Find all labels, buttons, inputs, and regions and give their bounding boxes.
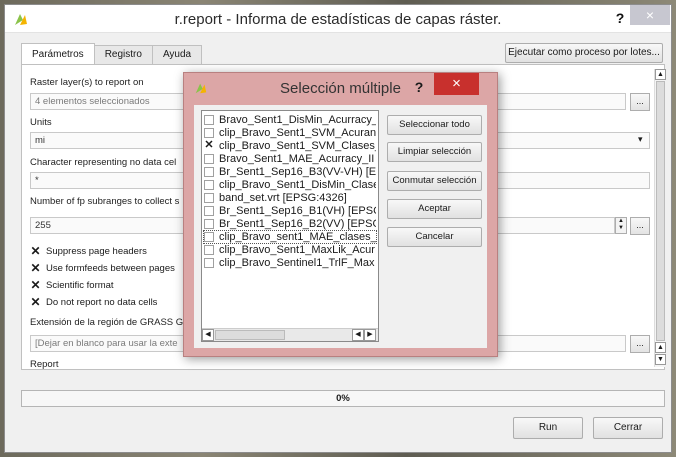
dialog-close-button[interactable]: × — [434, 73, 479, 95]
checkbox-icon[interactable] — [204, 128, 214, 138]
formfeeds-checkbox[interactable]: ✕ Use formfeeds between pages — [30, 261, 175, 275]
toggle-selection-button[interactable]: Conmutar selección — [387, 171, 482, 191]
list-item[interactable]: clip_Bravo_Sent1_SVM_Acuran — [204, 127, 376, 139]
scroll-thumb[interactable] — [215, 330, 285, 340]
scroll-thumb[interactable] — [656, 81, 665, 341]
vertical-scrollbar[interactable]: ▲ ▲ ▼ — [654, 69, 666, 367]
checkbox-icon[interactable] — [204, 180, 214, 190]
checkbox-icon[interactable] — [204, 219, 214, 229]
checkbox-checked-icon: ✕ — [30, 278, 41, 292]
checkbox-icon[interactable] — [204, 167, 214, 177]
list-item-label: clip_Bravo_Sentinel1_TrlF_Max — [219, 257, 375, 269]
list-item[interactable]: clip_Bravo_Sent1_MaxLik_Acur — [204, 244, 376, 256]
list-item[interactable]: ✕ clip_Bravo_Sent1_SVM_Clases_ — [204, 140, 376, 152]
window-title: r.report - Informa de estadísticas de ca… — [174, 11, 502, 28]
checkbox-icon[interactable] — [204, 245, 214, 255]
dialog-title-bar: Selección múltiple ? × — [184, 73, 497, 103]
fp-browse-button[interactable]: ... — [630, 217, 650, 235]
checkbox-label: Scientific format — [46, 280, 114, 291]
list-item[interactable]: Br_Sent1_Sep16_B3(VV-VH) [E — [204, 166, 376, 178]
dialog-help-button[interactable]: ? — [410, 76, 428, 98]
no-report-nodata-checkbox[interactable]: ✕ Do not report no data cells — [30, 295, 158, 309]
checkbox-label: Do not report no data cells — [46, 297, 158, 308]
batch-process-button[interactable]: Ejecutar como proceso por lotes... — [505, 43, 663, 63]
chevron-down-icon: ▾ — [638, 134, 643, 144]
scroll-down-icon[interactable]: ▼ — [655, 354, 666, 365]
list-item-label: band_set.vrt [EPSG:4326] — [219, 192, 347, 204]
list-item-label: Br_Sent1_Sep16_B3(VV-VH) [E — [219, 166, 376, 178]
list-item-label: clip_Bravo_Sent1_MaxLik_Acur — [219, 244, 375, 256]
horizontal-scrollbar[interactable]: ◀ ◀ ▶ — [202, 328, 378, 341]
list-item[interactable]: clip_Bravo_Sentinel1_TrlF_Max — [204, 257, 376, 269]
suppress-headers-checkbox[interactable]: ✕ Suppress page headers — [30, 244, 147, 258]
list-item[interactable]: clip_Bravo_Sent1_DisMin_Clase — [204, 179, 376, 191]
list-item-label: clip_Bravo_Sent1_SVM_Acuran — [219, 127, 376, 139]
checkbox-checked-icon: ✕ — [30, 244, 41, 258]
checkbox-icon[interactable] — [204, 154, 214, 164]
run-button[interactable]: Run — [513, 417, 583, 439]
list-item[interactable]: band_set.vrt [EPSG:4326] — [204, 192, 376, 204]
checkbox-icon[interactable] — [204, 115, 214, 125]
raster-layers-label: Raster layer(s) to report on — [30, 77, 144, 88]
fp-subranges-label: Number of fp subranges to collect s — [30, 196, 180, 207]
cancel-button[interactable]: Cancelar — [387, 227, 482, 247]
list-item[interactable]: Br_Sent1_Sep16_B1(VH) [EPSC — [204, 205, 376, 217]
checkbox-checked-icon[interactable]: ✕ — [204, 140, 214, 151]
list-item-label: Br_Sent1_Sep16_B1(VH) [EPSC — [219, 205, 376, 217]
tab-registro[interactable]: Registro — [93, 45, 153, 65]
list-item-label: clip_Bravo_Sent1_SVM_Clases_ — [219, 140, 376, 152]
checkbox-label: Suppress page headers — [46, 246, 147, 257]
report-label: Report — [30, 359, 59, 369]
layer-list[interactable]: Bravo_Sent1_DisMin_Acurracy_ clip_Bravo_… — [201, 110, 379, 342]
spin-up-icon[interactable]: ▲ — [616, 218, 626, 225]
multiple-selection-dialog: Selección múltiple ? × Bravo_Sent1_DisMi… — [183, 72, 498, 357]
fp-spinner[interactable]: ▲ ▼ — [615, 217, 627, 234]
list-item-label: Bravo_Sent1_DisMin_Acurracy_ — [219, 114, 376, 126]
select-all-button[interactable]: Seleccionar todo — [387, 115, 482, 135]
scroll-right-icon[interactable]: ▶ — [364, 329, 376, 341]
checkbox-checked-icon: ✕ — [30, 295, 41, 309]
help-button[interactable]: ? — [610, 7, 630, 29]
raster-browse-button[interactable]: ... — [630, 93, 650, 111]
units-label: Units — [30, 117, 52, 128]
nodata-label: Character representing no data cel — [30, 157, 177, 168]
list-item-label: clip_Bravo_sent1_MAE_clases_I — [219, 231, 376, 243]
clear-selection-button[interactable]: Limpiar selección — [387, 142, 482, 162]
checkbox-icon[interactable] — [204, 193, 214, 203]
tab-ayuda[interactable]: Ayuda — [151, 45, 203, 65]
accept-button[interactable]: Aceptar — [387, 199, 482, 219]
tab-parametros[interactable]: Parámetros — [21, 43, 95, 65]
list-item-label: Bravo_Sent1_MAE_Acurracy_II — [219, 153, 375, 165]
close-window-button[interactable]: × — [630, 5, 670, 25]
scroll-up-icon[interactable]: ▲ — [655, 342, 666, 353]
checkbox-label: Use formfeeds between pages — [46, 263, 175, 274]
progress-bar: 0% — [21, 390, 665, 407]
close-button[interactable]: Cerrar — [593, 417, 663, 439]
list-item[interactable]: Br_Sent1_Sep16_B2(VV) [EPSG — [204, 218, 376, 230]
region-extent-label: Extensión de la región de GRASS G — [30, 317, 184, 328]
checkbox-icon[interactable] — [204, 232, 214, 242]
dialog-body: Bravo_Sent1_DisMin_Acurracy_ clip_Bravo_… — [194, 105, 487, 348]
list-item[interactable]: clip_Bravo_sent1_MAE_clases_I — [203, 230, 377, 244]
tab-bar: Parámetros Registro Ayuda — [21, 43, 203, 65]
list-item-label: Br_Sent1_Sep16_B2(VV) [EPSG — [219, 218, 376, 230]
scroll-up-icon[interactable]: ▲ — [655, 69, 666, 80]
list-item-label: clip_Bravo_Sent1_DisMin_Clase — [219, 179, 376, 191]
checkbox-icon[interactable] — [204, 206, 214, 216]
region-browse-button[interactable]: ... — [630, 335, 650, 353]
checkbox-checked-icon: ✕ — [30, 261, 41, 275]
checkbox-icon[interactable] — [204, 258, 214, 268]
list-item[interactable]: Bravo_Sent1_MAE_Acurracy_II — [204, 153, 376, 165]
list-item[interactable]: Bravo_Sent1_DisMin_Acurracy_ — [204, 114, 376, 126]
scroll-left-icon[interactable]: ◀ — [202, 329, 214, 341]
title-bar: r.report - Informa de estadísticas de ca… — [5, 5, 671, 33]
scientific-format-checkbox[interactable]: ✕ Scientific format — [30, 278, 114, 292]
scroll-left-icon[interactable]: ◀ — [352, 329, 364, 341]
spin-down-icon[interactable]: ▼ — [616, 225, 626, 232]
